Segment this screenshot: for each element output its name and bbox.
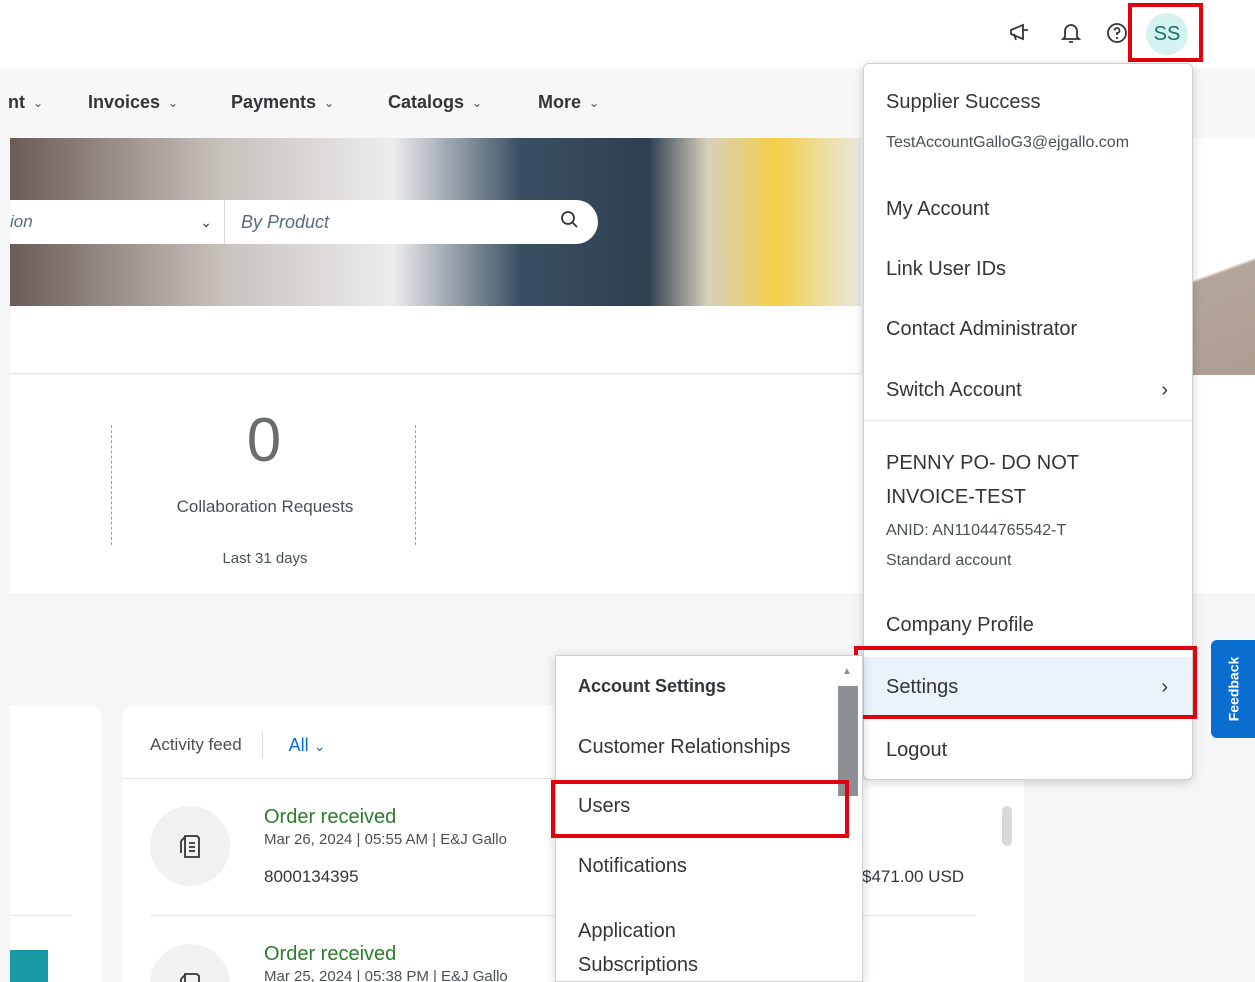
activity-item-amount: $471.00 USD [862, 867, 965, 886]
activity-item-meta: Mar 25, 2024 | 05:38 PM | E&J Gallo [264, 968, 508, 982]
user-avatar[interactable]: SS [1146, 13, 1188, 55]
chevron-right-icon: › [1161, 676, 1168, 698]
divider [10, 915, 72, 916]
menu-item-my-account[interactable]: My Account [886, 198, 989, 221]
menu-item-contact-admin[interactable]: Contact Administrator [886, 318, 1077, 341]
top-bar: SS [0, 0, 1255, 68]
chevron-down-icon: ⌄ [472, 95, 483, 110]
menu-account-type: Standard account [886, 552, 1012, 569]
account-menu: Supplier Success TestAccountGalloG3@ejga… [863, 63, 1193, 780]
chevron-down-icon: ⌄ [200, 213, 212, 230]
settings-submenu: Account Settings ▲ Customer Relationship… [555, 655, 863, 982]
scrollbar[interactable] [1002, 806, 1012, 846]
activity-item-title[interactable]: Order received [264, 806, 396, 829]
nav-item-partial[interactable]: nt ⌄ [8, 92, 43, 113]
nav-item-more[interactable]: More ⌄ [538, 92, 599, 113]
chevron-down-icon: ⌄ [589, 95, 600, 110]
menu-item-switch-account[interactable]: Switch Account [886, 379, 1022, 402]
search-bar: ion ⌄ By Product [10, 200, 598, 244]
content-panel [10, 306, 861, 374]
submenu-item-users[interactable]: Users [578, 795, 630, 818]
submenu-item-notifications[interactable]: Notifications [578, 855, 687, 878]
nav-label: Payments [231, 92, 317, 112]
divider [111, 425, 112, 545]
feedback-label: Feedback [1225, 656, 1241, 722]
nav-label: More [538, 92, 582, 112]
activity-filter-value: All [288, 734, 309, 755]
search-icon[interactable] [560, 210, 580, 235]
divider [415, 425, 416, 545]
chevron-down-icon: ⌄ [313, 737, 326, 754]
nav-label: Catalogs [388, 92, 465, 112]
search-category-select[interactable]: ion ⌄ [10, 200, 225, 244]
feedback-tab[interactable]: Feedback [1211, 640, 1255, 738]
nav-item-catalogs[interactable]: Catalogs ⌄ [388, 92, 482, 113]
announcement-icon[interactable] [1007, 20, 1033, 46]
activity-filter[interactable]: All ⌄ [289, 735, 326, 756]
bell-icon[interactable] [1058, 20, 1084, 46]
chevron-right-icon: › [1161, 379, 1168, 401]
chevron-down-icon: ⌄ [168, 95, 179, 110]
activity-item-id[interactable]: 8000134395 [264, 867, 359, 887]
search-category-value: ion [10, 212, 33, 231]
activity-label: Activity feed [150, 735, 242, 754]
menu-anid: ANID: AN11044765542-T [886, 522, 1067, 539]
divider [864, 420, 1192, 421]
menu-user-email: TestAccountGalloG3@ejgallo.com [886, 134, 1130, 151]
submenu-item-customer-relationships[interactable]: Customer Relationships [578, 736, 790, 759]
nav-label: nt [8, 92, 25, 112]
collab-period: Last 31 days [222, 550, 308, 567]
document-icon [150, 806, 230, 886]
chart-bar [10, 950, 48, 982]
menu-item-link-user-ids[interactable]: Link User IDs [886, 258, 1006, 281]
chevron-down-icon: ⌄ [324, 95, 335, 110]
left-card [10, 705, 102, 982]
search-input[interactable]: By Product [225, 210, 598, 235]
menu-user-name: Supplier Success [886, 91, 1041, 113]
activity-item-meta: Mar 26, 2024 | 05:55 AM | E&J Gallo [264, 831, 507, 848]
scrollbar[interactable] [838, 686, 858, 796]
chevron-down-icon: ⌄ [33, 95, 44, 110]
submenu-heading: Account Settings [578, 676, 727, 696]
activity-item-title[interactable]: Order received [264, 943, 396, 966]
help-icon[interactable] [1104, 20, 1130, 46]
nav-item-payments[interactable]: Payments ⌄ [231, 92, 334, 113]
menu-item-company-profile[interactable]: Company Profile [886, 614, 1034, 637]
scroll-up-icon[interactable]: ▲ [842, 666, 852, 677]
divider [261, 732, 263, 758]
search-placeholder: By Product [241, 211, 330, 232]
nav-label: Invoices [88, 92, 161, 112]
menu-item-logout[interactable]: Logout [886, 739, 947, 762]
collab-label: Collaboration Requests [176, 497, 354, 516]
submenu-item-app-subscriptions[interactable]: Application Subscriptions [578, 914, 738, 982]
menu-item-settings[interactable]: Settings [886, 676, 958, 699]
activity-header: Activity feed All ⌄ [150, 732, 325, 758]
nav-item-invoices[interactable]: Invoices ⌄ [88, 92, 178, 113]
menu-company-name: PENNY PO- DO NOT INVOICE-TEST [886, 452, 1079, 508]
collab-count[interactable]: 0 [214, 405, 314, 476]
